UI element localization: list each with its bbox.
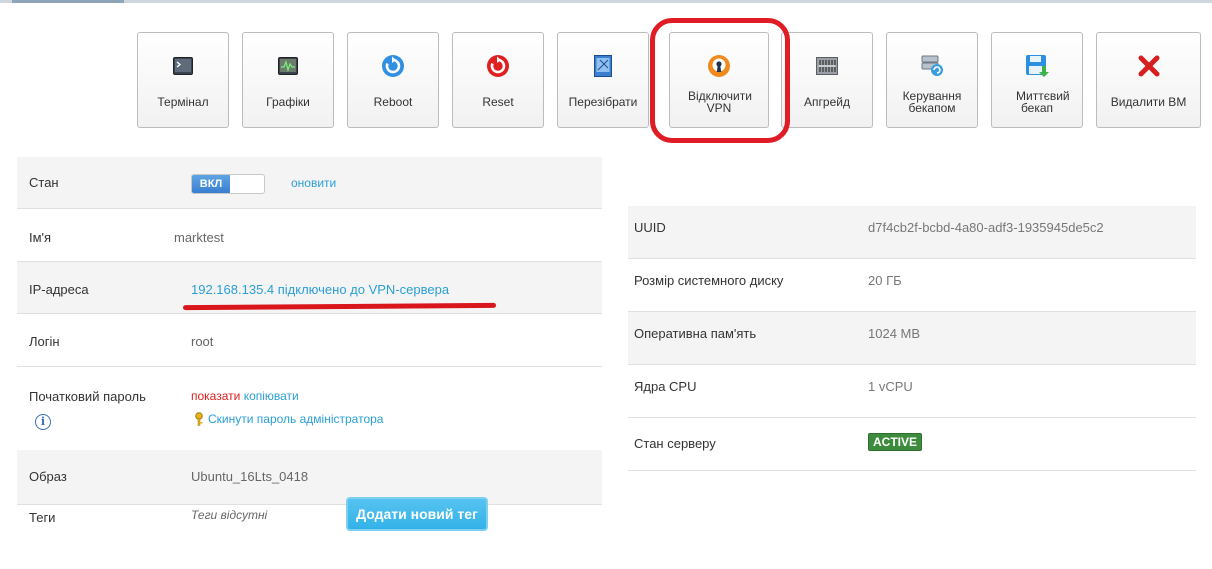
rebuild-icon (590, 53, 616, 79)
delete-vm-button[interactable]: Видалити ВМ (1096, 32, 1201, 128)
rebuild-label: Перезібрати (568, 95, 638, 109)
name-value: marktest (174, 230, 224, 245)
terminal-label: Термінал (157, 95, 209, 109)
graphs-button[interactable]: Графіки (242, 32, 334, 128)
key-icon (195, 412, 203, 426)
login-key: Логін (29, 334, 60, 349)
server-info-right: UUID d7f4cb2f-bcbd-4a80-adf3-1935945de5c… (628, 206, 1196, 471)
info-icon[interactable]: i (35, 414, 51, 430)
ip-key: IP-адреса (29, 282, 89, 297)
show-password-link[interactable]: показати (191, 389, 240, 403)
backup-management-label: Керування бекапом (902, 89, 962, 115)
cpu-row: Ядра CPU 1 vCPU (628, 365, 1196, 418)
add-tag-button[interactable]: Додати новий тег (346, 497, 488, 531)
instant-backup-label: Миттєвий бекап (1016, 89, 1070, 115)
cpu-key: Ядра CPU (634, 379, 697, 394)
power-toggle-on: ВКЛ (192, 175, 230, 193)
rebuild-button[interactable]: Перезібрати (557, 32, 649, 128)
state-row: Стан ВКЛ оновити (17, 157, 602, 209)
reset-button[interactable]: Reset (452, 32, 544, 128)
chart-icon (275, 53, 301, 79)
power-toggle[interactable]: ВКЛ (191, 174, 265, 194)
instant-backup-icon (1024, 53, 1050, 79)
terminal-icon (170, 53, 196, 79)
reboot-button[interactable]: Reboot (347, 32, 439, 128)
login-value: root (191, 334, 214, 349)
login-row: Логін root (17, 314, 602, 367)
instant-backup-button[interactable]: Миттєвий бекап (991, 32, 1083, 128)
disconnect-vpn-button[interactable]: Відключити VPN (669, 32, 769, 128)
reboot-icon (380, 53, 406, 79)
image-row: Образ Ubuntu_16Lts_0418 (17, 450, 602, 505)
delete-vm-label: Видалити ВМ (1110, 95, 1187, 109)
top-strip-accent (12, 0, 124, 3)
cpu-value: 1 vCPU (868, 379, 913, 394)
image-value: Ubuntu_16Lts_0418 (191, 469, 309, 484)
upgrade-icon (814, 53, 840, 79)
reset-admin-password-link[interactable]: Скинути пароль адміністратора (208, 412, 383, 426)
refresh-link[interactable]: оновити (291, 176, 336, 190)
status-row: Стан серверу ACTIVE (628, 418, 1196, 471)
top-strip (0, 0, 1212, 8)
ram-row: Оперативна пам'ять 1024 MB (628, 312, 1196, 365)
password-row: Початковий пароль i показати копіювати С… (17, 367, 602, 450)
name-key: Ім'я (29, 230, 52, 245)
reboot-label: Reboot (373, 95, 413, 109)
ram-key: Оперативна пам'ять (634, 326, 757, 341)
server-info-left: Стан ВКЛ оновити Ім'я marktest IP-адреса… (17, 157, 602, 505)
disk-row: Розмір системного диску 20 ГБ (628, 259, 1196, 312)
tags-key: Теги (29, 510, 56, 525)
state-key: Стан (29, 175, 59, 190)
name-row: Ім'я marktest (17, 209, 602, 262)
status-key: Стан серверу (634, 436, 716, 451)
ram-value: 1024 MB (868, 326, 921, 341)
tags-empty-text: Теги відсутні (191, 508, 268, 522)
graphs-label: Графіки (266, 95, 310, 109)
uuid-row: UUID d7f4cb2f-bcbd-4a80-adf3-1935945de5c… (628, 206, 1196, 259)
delete-icon (1136, 53, 1162, 79)
reset-label: Reset (482, 95, 514, 109)
status-badge: ACTIVE (868, 433, 923, 451)
backup-manage-icon (919, 53, 945, 79)
disk-value: 20 ГБ (868, 273, 902, 288)
copy-password-link[interactable]: копіювати (244, 389, 299, 403)
terminal-button[interactable]: Термінал (137, 32, 229, 128)
password-key: Початковий пароль (29, 389, 146, 404)
ip-value: 192.168.135.4 підключено до VPN-сервера (191, 282, 450, 297)
action-toolbar: Термінал Графіки Reboot Reset Перезібрат… (0, 32, 1212, 128)
upgrade-label: Апгрейд (804, 95, 850, 109)
backup-management-button[interactable]: Керування бекапом (886, 32, 978, 128)
reset-icon (485, 53, 511, 79)
disconnect-vpn-label: Відключити VPN (688, 89, 752, 115)
image-key: Образ (29, 469, 67, 484)
disk-key: Розмір системного диску (634, 273, 784, 288)
uuid-value: d7f4cb2f-bcbd-4a80-adf3-1935945de5c2 (868, 220, 1104, 235)
upgrade-button[interactable]: Апгрейд (781, 32, 873, 128)
vpn-icon (706, 53, 732, 79)
uuid-key: UUID (634, 220, 666, 235)
